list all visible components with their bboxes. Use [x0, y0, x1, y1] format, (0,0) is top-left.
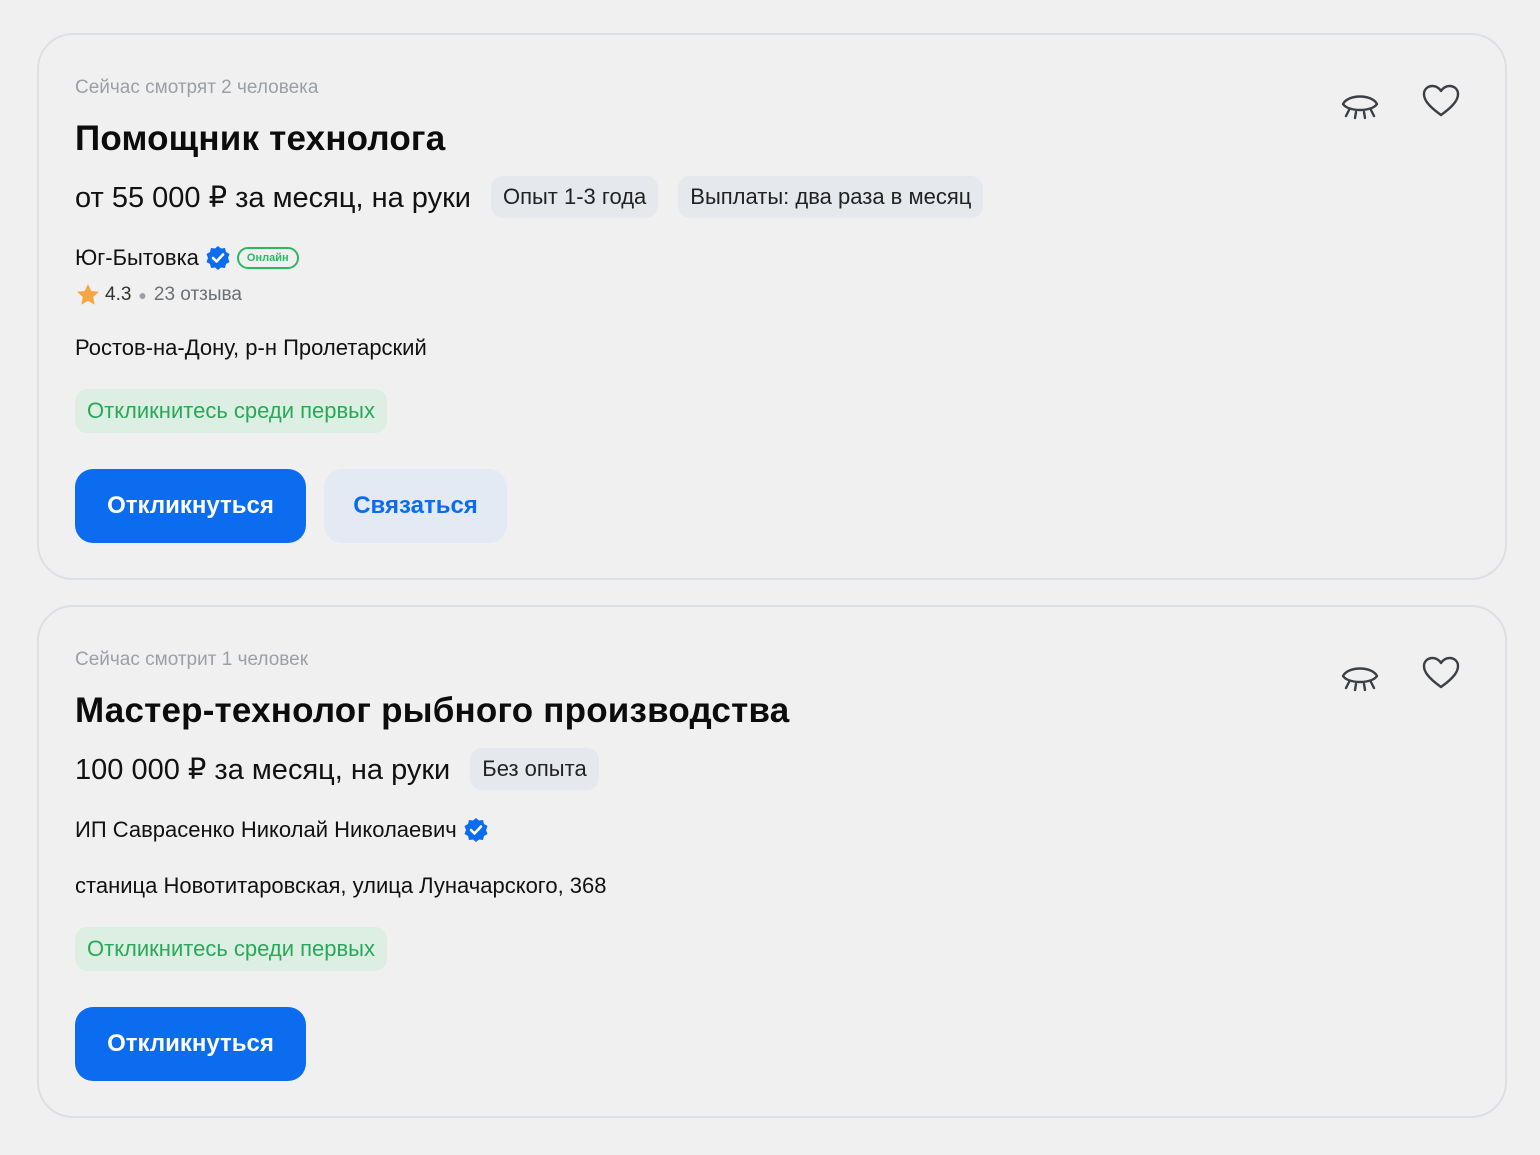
- salary: 100 000 ₽ за месяц, на руки: [75, 753, 451, 786]
- vacancy-address: станица Новотитаровская, улица Луначарск…: [75, 873, 607, 898]
- experience-chip: Без опыта: [470, 748, 599, 790]
- reviews-count: 23 отзыва: [153, 284, 242, 305]
- vacancy-title[interactable]: Мастер-технолог рыбного производства: [75, 691, 789, 731]
- online-badge: Онлайн: [236, 247, 299, 269]
- heart-icon: [1422, 656, 1460, 689]
- rating-value: 4.3: [105, 284, 132, 305]
- company-row: ИП Саврасенко Николай Николаевич: [75, 815, 489, 845]
- favorite-button[interactable]: [1419, 79, 1463, 123]
- salary-row: 100 000 ₽ за месяц, на руки Без опыта: [75, 747, 619, 791]
- experience-chip: Опыт 1-3 года: [490, 176, 659, 218]
- viewers-count: Сейчас смотрит 1 человек: [75, 649, 309, 670]
- payments-chip: Выплаты: два раза в месяц: [678, 176, 984, 218]
- respond-first-badge: Откликнитесь среди первых: [75, 927, 387, 971]
- respond-first-badge: Откликнитесь среди первых: [75, 389, 387, 433]
- hide-vacancy-button[interactable]: [1338, 83, 1382, 127]
- verified-check-icon: [206, 246, 230, 270]
- rating-row[interactable]: 4.3 ● 23 отзыва: [75, 281, 242, 309]
- vacancy-card[interactable]: Сейчас смотрит 1 человек Мастер-технолог…: [37, 605, 1507, 1118]
- respond-button[interactable]: Откликнуться: [75, 469, 306, 543]
- favorite-button[interactable]: [1419, 651, 1463, 695]
- star-icon: [77, 284, 99, 305]
- viewers-count: Сейчас смотрят 2 человека: [75, 77, 319, 98]
- salary: от 55 000 ₽ за месяц, на руки: [75, 181, 471, 214]
- eye-closed-icon: [1341, 667, 1379, 692]
- company-row: Юг-Бытовка Онлайн: [75, 243, 299, 273]
- vacancy-card[interactable]: Сейчас смотрят 2 человека Помощник техно…: [37, 33, 1507, 580]
- separator-dot: ●: [138, 287, 147, 303]
- company-name[interactable]: Юг-Бытовка: [75, 245, 199, 271]
- vacancy-title[interactable]: Помощник технолога: [75, 119, 445, 159]
- salary-row: от 55 000 ₽ за месяц, на руки Опыт 1-3 г…: [75, 175, 1003, 219]
- respond-button[interactable]: Откликнуться: [75, 1007, 306, 1081]
- heart-icon: [1422, 84, 1460, 117]
- vacancy-address: Ростов-на-Дону, р-н Пролетарский: [75, 335, 427, 360]
- verified-check-icon: [464, 818, 488, 842]
- eye-closed-icon: [1341, 95, 1379, 120]
- company-name[interactable]: ИП Саврасенко Николай Николаевич: [75, 817, 457, 843]
- hide-vacancy-button[interactable]: [1338, 655, 1382, 699]
- contact-button[interactable]: Связаться: [324, 469, 507, 543]
